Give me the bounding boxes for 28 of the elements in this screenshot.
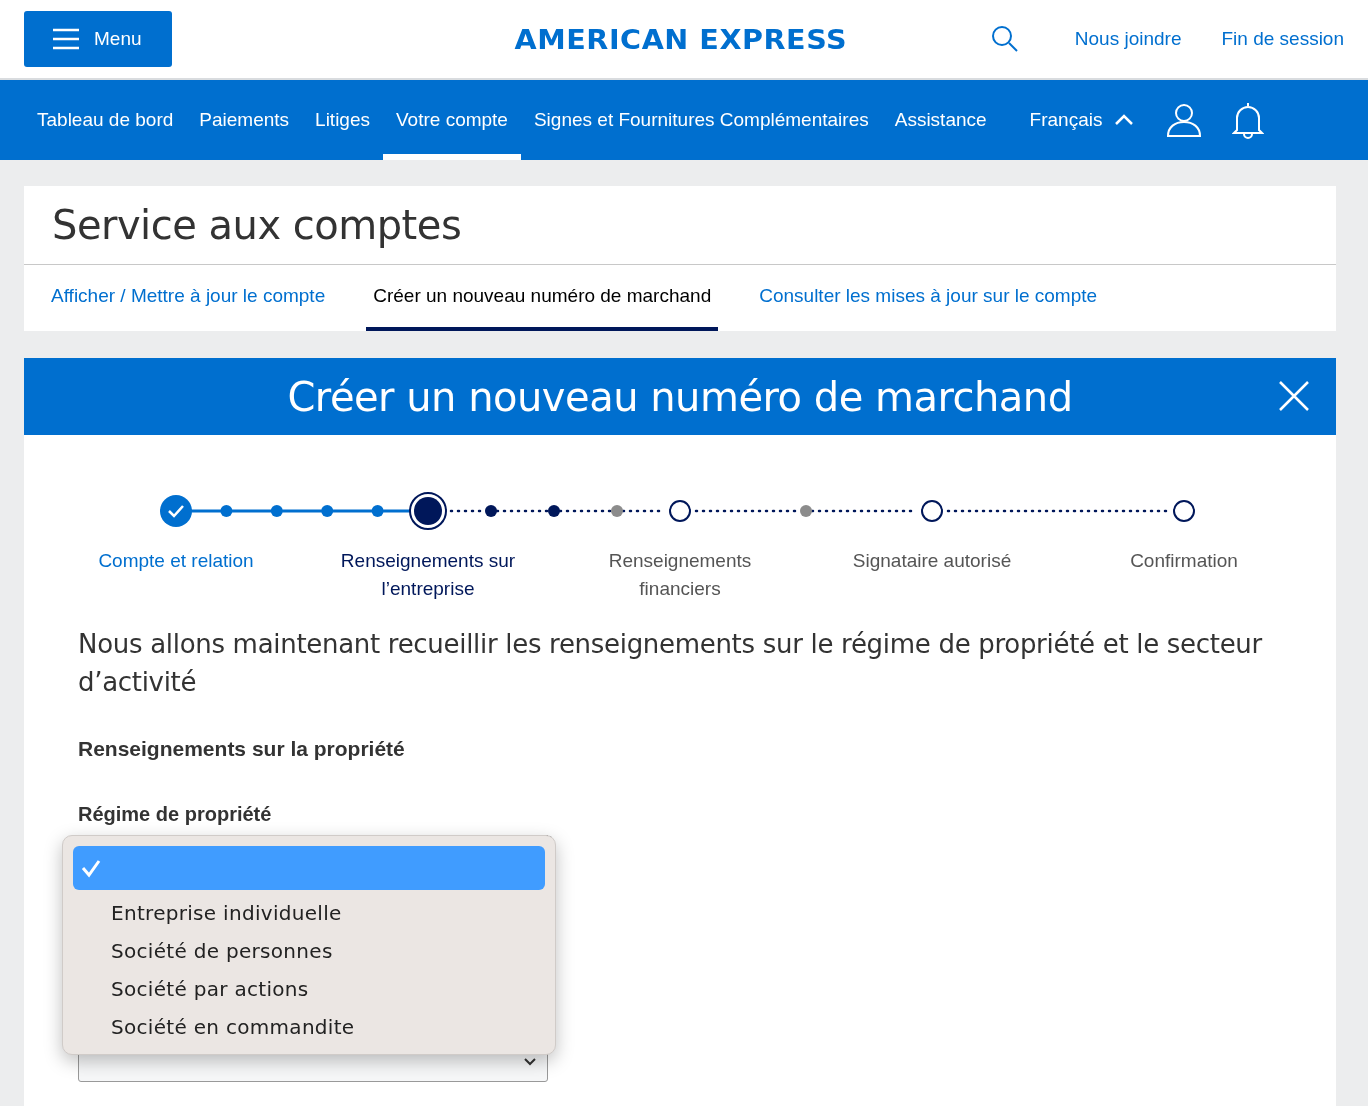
page-title: Service aux comptes [24, 186, 1336, 265]
panel-title: Créer un nouveau numéro de marchand [287, 373, 1073, 420]
dropdown-option[interactable]: Société de personnes [73, 932, 545, 970]
tab[interactable]: Créer un nouveau numéro de marchand [366, 265, 719, 331]
step-label: Compte et relation [97, 549, 255, 573]
step-label: Renseignements financiers [607, 549, 753, 601]
tab[interactable]: Afficher / Mettre à jour le compte [51, 265, 326, 331]
nav-tab[interactable]: Votre compte [383, 80, 521, 160]
intro-text: Nous allons maintenant recueillir les renseignements sur le régime de propriété et le secteur d’activité [78, 628, 1264, 699]
nav-tab[interactable]: Signes et Fournitures Complémentaires [520, 80, 882, 160]
dropdown-option[interactable]: Entreprise individuelle [73, 894, 545, 932]
step-label: Signataire autorisé [851, 549, 1013, 573]
dropdown-option[interactable]: Société par actions [73, 970, 545, 1008]
nav-tab[interactable]: Paiements [186, 80, 303, 160]
dropdown-option[interactable]: Société en commandite [73, 1008, 545, 1046]
step-label: Renseignements sur l’entreprise [339, 549, 517, 601]
nav-tab[interactable]: Assistance [881, 80, 1000, 160]
nav-tab[interactable]: Litiges [302, 80, 383, 160]
field-label: Régime de propriété [78, 803, 273, 826]
section-heading: Renseignements sur la propriété [78, 737, 406, 761]
step-label: Confirmation [1129, 549, 1239, 573]
tab[interactable]: Consulter les mises à jour sur le compte [759, 265, 1098, 331]
header-link[interactable]: Nous joindre [1074, 28, 1182, 50]
nav-tab[interactable]: Tableau de bord [24, 80, 187, 160]
menu-button[interactable]: Menu [24, 11, 172, 67]
header-link[interactable]: Fin de session [1221, 28, 1344, 50]
logo[interactable]: AMERICAN EXPRESS [514, 23, 848, 55]
language-selector[interactable]: Français [1015, 80, 1149, 160]
